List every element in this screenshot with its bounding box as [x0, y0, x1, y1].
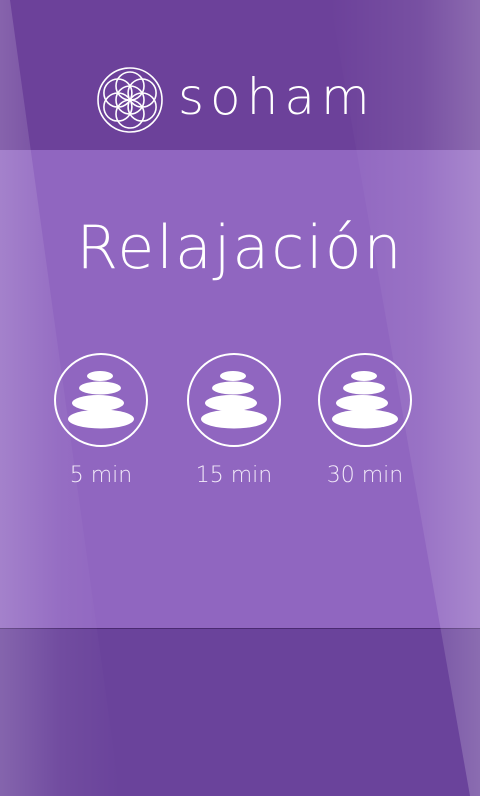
stacked-stones-icon — [68, 371, 134, 429]
stacked-stones-icon — [332, 371, 398, 429]
duration-option-15[interactable]: 15 min — [181, 353, 291, 493]
duration-button-5[interactable] — [54, 353, 148, 447]
logo: soham — [96, 66, 376, 134]
duration-option-30[interactable]: 30 min — [312, 353, 422, 493]
app-footer — [0, 629, 480, 796]
duration-label: 30 min — [326, 463, 404, 488]
duration-button-15[interactable] — [187, 353, 281, 447]
brand-name: soham — [178, 68, 376, 126]
page-title: Relajación — [76, 213, 404, 283]
duration-options: 5 min 15 min 30 min — [0, 353, 480, 503]
duration-label: 15 min — [195, 463, 273, 488]
flower-of-life-icon — [97, 67, 163, 133]
duration-label: 5 min — [69, 463, 133, 488]
app-header: soham — [0, 0, 480, 150]
duration-button-30[interactable] — [318, 353, 412, 447]
stacked-stones-icon — [201, 371, 267, 429]
duration-option-5[interactable]: 5 min — [48, 353, 158, 493]
